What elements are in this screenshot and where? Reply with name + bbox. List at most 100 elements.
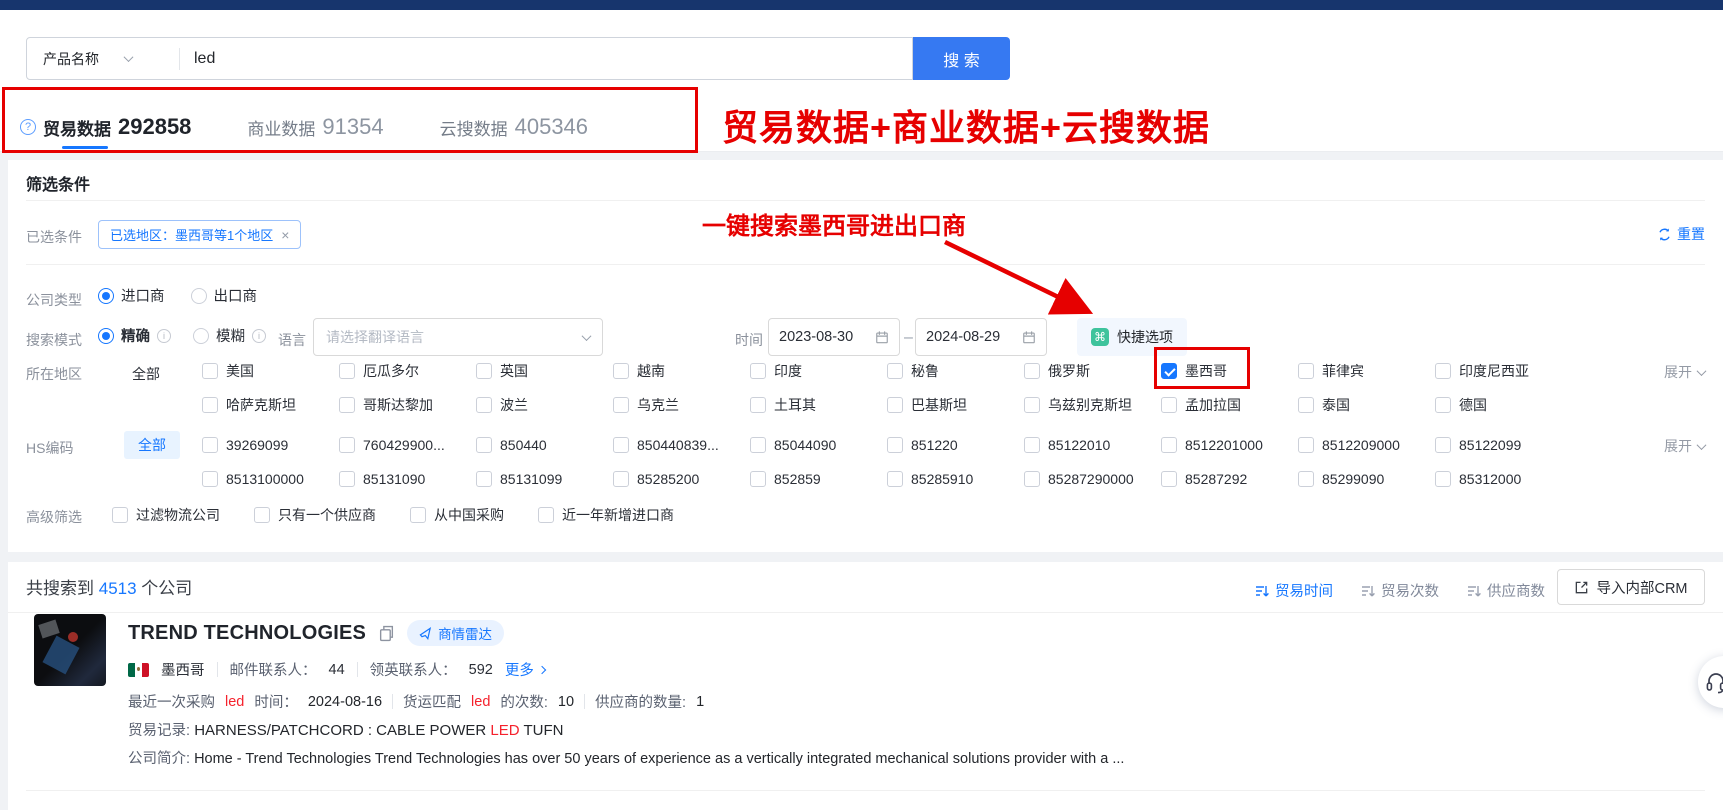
checkbox[interactable] [1435, 437, 1451, 453]
hscode-expand-button[interactable]: 展开 [1664, 436, 1705, 456]
hscode-option[interactable]: 85131099 [476, 464, 613, 494]
radio-exporter[interactable]: 出口商 [191, 285, 258, 306]
region-option[interactable]: 美国 [202, 356, 339, 386]
checkbox[interactable] [1161, 397, 1177, 413]
close-icon[interactable]: × [281, 227, 289, 243]
checkbox[interactable] [1024, 471, 1040, 487]
checkbox[interactable] [339, 471, 355, 487]
import-crm-button[interactable]: 导入内部CRM [1557, 569, 1705, 605]
checkbox[interactable] [1435, 397, 1451, 413]
region-option[interactable]: 乌克兰 [613, 390, 750, 420]
region-option[interactable]: 泰国 [1298, 390, 1435, 420]
hscode-option[interactable]: 851220 [887, 430, 1024, 460]
region-option[interactable]: 越南 [613, 356, 750, 386]
advanced-option[interactable]: 近一年新增进口商 [538, 500, 674, 530]
region-option[interactable]: 印度尼西亚 [1435, 356, 1572, 386]
checkbox[interactable] [1161, 437, 1177, 453]
search-button[interactable]: 搜 索 [913, 37, 1010, 80]
checkbox[interactable] [202, 363, 218, 379]
date-start-input[interactable]: 2023-08-30 [768, 318, 900, 356]
checkbox[interactable] [1435, 471, 1451, 487]
hscode-all-button[interactable]: 全部 [124, 431, 180, 459]
hscode-option[interactable]: 85285200 [613, 464, 750, 494]
region-expand-button[interactable]: 展开 [1664, 362, 1705, 382]
checkbox[interactable] [1298, 471, 1314, 487]
checkbox[interactable] [750, 437, 766, 453]
checkbox[interactable] [1298, 363, 1314, 379]
hscode-option[interactable]: 85287292 [1161, 464, 1298, 494]
checkbox[interactable] [339, 363, 355, 379]
radio-fuzzy[interactable]: 模糊 i [193, 325, 266, 346]
reset-button[interactable]: 重置 [1657, 224, 1705, 244]
radio-icon[interactable] [98, 328, 114, 344]
checkbox[interactable] [476, 363, 492, 379]
hscode-option[interactable]: 85299090 [1298, 464, 1435, 494]
hscode-option[interactable]: 8513100000 [202, 464, 339, 494]
sort-trade-count[interactable]: 贸易次数 [1361, 580, 1439, 601]
checkbox[interactable] [476, 437, 492, 453]
checkbox[interactable] [410, 507, 426, 523]
region-all-button[interactable]: 全部 [132, 364, 160, 384]
checkbox[interactable] [613, 437, 629, 453]
region-option[interactable]: 印度 [750, 356, 887, 386]
company-thumbnail[interactable] [34, 614, 106, 686]
hscode-option[interactable]: 85312000 [1435, 464, 1572, 494]
hscode-option[interactable]: 850440 [476, 430, 613, 460]
checkbox[interactable] [1298, 437, 1314, 453]
region-option[interactable]: 哥斯达黎加 [339, 390, 476, 420]
region-option[interactable]: 乌兹别克斯坦 [1024, 390, 1161, 420]
more-link[interactable]: 更多 [505, 659, 545, 680]
checkbox[interactable] [1161, 471, 1177, 487]
checkbox[interactable] [476, 397, 492, 413]
checkbox[interactable] [887, 471, 903, 487]
hscode-option[interactable]: 39269099 [202, 430, 339, 460]
checkbox[interactable] [1298, 397, 1314, 413]
checkbox[interactable] [202, 471, 218, 487]
checkbox[interactable] [254, 507, 270, 523]
checkbox[interactable] [1024, 363, 1040, 379]
checkbox[interactable] [202, 397, 218, 413]
radio-exact[interactable]: 精确 i [98, 325, 171, 346]
radio-importer[interactable]: 进口商 [98, 285, 165, 306]
radio-icon[interactable] [191, 288, 207, 304]
checkbox[interactable] [887, 363, 903, 379]
region-option[interactable]: 德国 [1435, 390, 1572, 420]
hscode-option[interactable]: 85285910 [887, 464, 1024, 494]
advanced-option[interactable]: 从中国采购 [410, 500, 504, 530]
sort-trade-time[interactable]: 贸易时间 [1255, 580, 1333, 601]
sort-supplier-count[interactable]: 供应商数 [1467, 580, 1545, 601]
selected-region-tag[interactable]: 已选地区：墨西哥等1个地区 × [98, 220, 301, 249]
search-field-selector[interactable]: 产品名称 [27, 49, 179, 69]
checkbox[interactable] [750, 471, 766, 487]
radio-icon[interactable] [193, 328, 209, 344]
business-radar-badge[interactable]: 商情雷达 [407, 620, 504, 646]
search-input[interactable] [180, 50, 912, 68]
region-option[interactable]: 波兰 [476, 390, 613, 420]
hscode-option[interactable]: 8512201000 [1161, 430, 1298, 460]
region-option[interactable]: 孟加拉国 [1161, 390, 1298, 420]
checkbox[interactable] [613, 397, 629, 413]
region-option[interactable]: 土耳其 [750, 390, 887, 420]
hscode-option[interactable]: 760429900... [339, 430, 476, 460]
radio-icon[interactable] [98, 288, 114, 304]
checkbox[interactable] [887, 437, 903, 453]
region-option[interactable]: 英国 [476, 356, 613, 386]
checkbox[interactable] [476, 471, 492, 487]
info-icon[interactable]: i [252, 329, 266, 343]
hscode-option[interactable]: 852859 [750, 464, 887, 494]
hscode-option[interactable]: 85287290000 [1024, 464, 1161, 494]
hscode-option[interactable]: 850440839... [613, 430, 750, 460]
checkbox[interactable] [750, 397, 766, 413]
copy-icon[interactable] [378, 625, 395, 642]
checkbox[interactable] [339, 437, 355, 453]
checkbox[interactable] [538, 507, 554, 523]
region-option[interactable]: 菲律宾 [1298, 356, 1435, 386]
region-option[interactable]: 巴基斯坦 [887, 390, 1024, 420]
checkbox[interactable] [112, 507, 128, 523]
hscode-option[interactable]: 85122010 [1024, 430, 1161, 460]
checkbox[interactable] [887, 397, 903, 413]
region-option[interactable]: 秘鲁 [887, 356, 1024, 386]
date-end-input[interactable]: 2024-08-29 [915, 318, 1047, 356]
checkbox[interactable] [613, 363, 629, 379]
hscode-option[interactable]: 85044090 [750, 430, 887, 460]
